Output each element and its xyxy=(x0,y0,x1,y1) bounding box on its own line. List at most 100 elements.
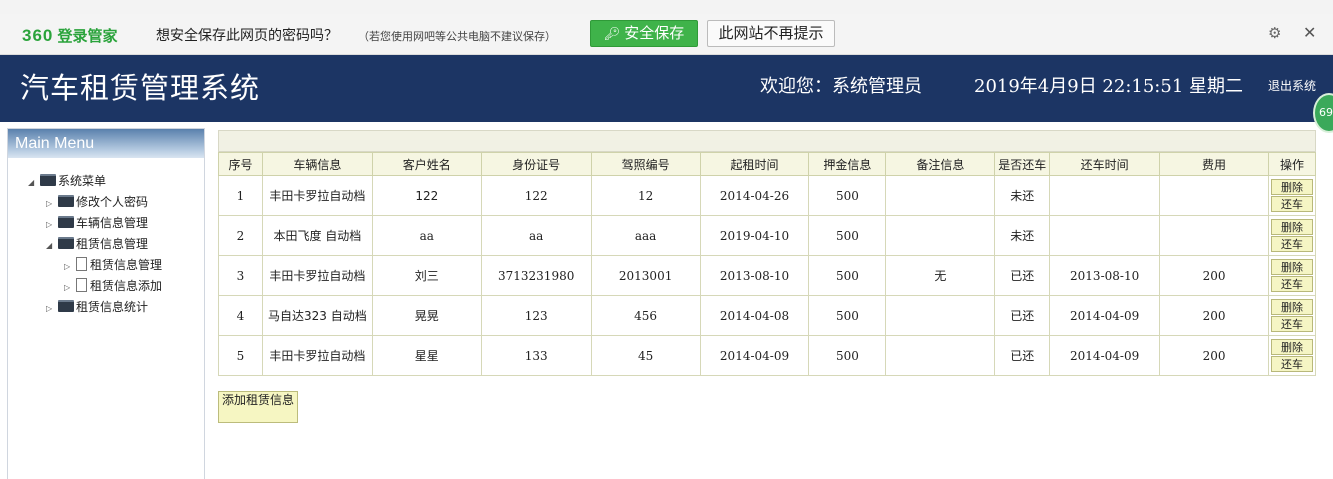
cell-remark xyxy=(885,175,996,216)
return-car-button[interactable]: 还车 xyxy=(1270,276,1313,292)
collapsed-triangle-icon: ▷ xyxy=(64,283,71,292)
sidebar-item-vehicle-management[interactable]: ▷ 车辆信息管理 xyxy=(46,214,148,232)
cell-deposit: 500 xyxy=(808,215,887,256)
cell-seq: 4 xyxy=(218,295,263,336)
cell-return-date: 2013-08-10 xyxy=(1049,255,1161,296)
floating-badge[interactable]: 69 xyxy=(1313,93,1333,133)
cell-license: 12 xyxy=(590,175,701,216)
secure-save-button[interactable]: 🔑︎ 安全保存 xyxy=(590,20,698,47)
cell-start-date: 2019-04-10 xyxy=(699,215,810,256)
cell-id-number: 133 xyxy=(480,335,592,376)
never-prompt-button[interactable]: 此网站不再提示 xyxy=(707,20,835,47)
save-password-question: 想安全保存此网页的密码吗？ xyxy=(156,28,338,44)
sidebar: Main Menu ◢ 系统菜单 ▷ 修改个人密码 ▷ 车辆信息管理 ◢ 租赁信息管理 … xyxy=(7,128,205,479)
cell-seq: 5 xyxy=(218,335,263,376)
folder-icon xyxy=(58,237,74,249)
cell-vehicle: 丰田卡罗拉自动档 xyxy=(261,255,373,296)
add-rental-button[interactable]: 添加租赁信息 xyxy=(218,391,298,423)
cell-return-date xyxy=(1049,175,1161,216)
sidebar-item-rental-statistics[interactable]: ▷ 租赁信息统计 xyxy=(46,298,148,316)
document-icon xyxy=(76,257,87,271)
cell-customer: 星星 xyxy=(371,335,482,376)
cell-fee: 200 xyxy=(1159,255,1269,296)
cell-start-date: 2014-04-09 xyxy=(699,335,810,376)
column-header: 还车时间 xyxy=(1049,152,1161,176)
cell-returned: 已还 xyxy=(994,255,1051,296)
cell-returned: 未还 xyxy=(994,215,1051,256)
column-header: 车辆信息 xyxy=(261,152,373,176)
return-car-button[interactable]: 还车 xyxy=(1270,356,1313,372)
table-row: 2 本田飞度 自动档 aa aa aaa 2019-04-10 500 未还 删… xyxy=(218,215,1317,256)
folder-icon xyxy=(58,300,74,312)
column-header: 费用 xyxy=(1159,152,1269,176)
welcome-text: 欢迎您：系统管理员 xyxy=(760,76,922,97)
column-header: 驾照编号 xyxy=(590,152,701,176)
cell-start-date: 2014-04-08 xyxy=(699,295,810,336)
cell-deposit: 500 xyxy=(808,175,887,216)
column-header: 押金信息 xyxy=(808,152,887,176)
column-header: 是否还车 xyxy=(994,152,1051,176)
cell-returned: 已还 xyxy=(994,295,1051,336)
return-car-button[interactable]: 还车 xyxy=(1270,316,1313,332)
cell-remark xyxy=(885,215,996,256)
cell-vehicle: 马自达323 自动档 xyxy=(261,295,373,336)
cell-customer: aa xyxy=(371,215,482,256)
key-icon: 🔑︎ xyxy=(603,27,621,42)
rental-table: 序号 车辆信息 客户姓名 身份证号 驾照编号 起租时间 押金信息 备注信息 是否… xyxy=(218,152,1317,376)
column-header: 备注信息 xyxy=(885,152,996,176)
gear-icon[interactable]: ⚙ xyxy=(1268,24,1281,42)
column-header: 起租时间 xyxy=(699,152,810,176)
folder-icon xyxy=(40,174,56,186)
current-datetime: 2019年4月9日 22:15:51 星期二 xyxy=(974,76,1243,97)
tree-root[interactable]: ◢ 系统菜单 xyxy=(28,172,106,190)
content-title-bar xyxy=(218,130,1316,152)
logout-link[interactable]: 退出系统 xyxy=(1268,77,1316,94)
cell-returned: 已还 xyxy=(994,335,1051,376)
cell-license: 456 xyxy=(590,295,701,336)
collapsed-triangle-icon: ▷ xyxy=(46,304,53,313)
cell-fee xyxy=(1159,215,1269,256)
collapsed-triangle-icon: ▷ xyxy=(46,199,53,208)
cell-return-date: 2014-04-09 xyxy=(1049,335,1161,376)
close-icon[interactable]: ✕ xyxy=(1303,23,1316,42)
collapsed-triangle-icon: ▷ xyxy=(64,262,71,271)
app-header: 汽车租赁管理系统 欢迎您：系统管理员 2019年4月9日 22:15:51 星期… xyxy=(0,55,1333,122)
delete-button[interactable]: 删除 xyxy=(1270,219,1313,235)
table-row: 1 丰田卡罗拉自动档 122 122 12 2014-04-26 500 未还 … xyxy=(218,175,1317,216)
table-header-row: 序号 车辆信息 客户姓名 身份证号 驾照编号 起租时间 押金信息 备注信息 是否… xyxy=(218,152,1317,176)
cell-actions: 删除 还车 xyxy=(1267,215,1317,256)
main-menu-heading: Main Menu xyxy=(8,129,204,158)
cell-license: 2013001 xyxy=(590,255,701,296)
cell-customer: 晃晃 xyxy=(371,295,482,336)
sidebar-item-rental-management[interactable]: ◢ 租赁信息管理 xyxy=(46,235,148,253)
cell-return-date xyxy=(1049,215,1161,256)
delete-button[interactable]: 删除 xyxy=(1270,259,1313,275)
cell-actions: 删除 还车 xyxy=(1267,335,1317,376)
table-row: 5 丰田卡罗拉自动档 星星 133 45 2014-04-09 500 已还 2… xyxy=(218,335,1317,376)
return-car-button[interactable]: 还车 xyxy=(1270,236,1313,252)
document-icon xyxy=(76,278,87,292)
cell-seq: 1 xyxy=(218,175,263,216)
sidebar-item-change-password[interactable]: ▷ 修改个人密码 xyxy=(46,193,148,211)
delete-button[interactable]: 删除 xyxy=(1270,179,1313,195)
cell-seq: 3 xyxy=(218,255,263,296)
column-header: 操作 xyxy=(1267,152,1317,176)
column-header: 客户姓名 xyxy=(371,152,482,176)
delete-button[interactable]: 删除 xyxy=(1270,299,1313,315)
cell-return-date: 2014-04-09 xyxy=(1049,295,1161,336)
cell-fee: 200 xyxy=(1159,335,1269,376)
cell-vehicle: 本田飞度 自动档 xyxy=(261,215,373,256)
cell-id-number: 122 xyxy=(480,175,592,216)
return-car-button[interactable]: 还车 xyxy=(1270,196,1313,212)
sidebar-item-rental-info-add[interactable]: ▷ 租赁信息添加 xyxy=(64,277,162,295)
cell-customer: 刘三 xyxy=(371,255,482,296)
sidebar-item-rental-info-management[interactable]: ▷ 租赁信息管理 xyxy=(64,256,162,274)
cell-remark: 无 xyxy=(885,255,996,296)
system-title: 汽车租赁管理系统 xyxy=(20,71,261,105)
cell-deposit: 500 xyxy=(808,255,887,296)
cell-fee xyxy=(1159,175,1269,216)
cell-actions: 删除 还车 xyxy=(1267,255,1317,296)
table-row: 3 丰田卡罗拉自动档 刘三 3713231980 2013001 2013-08… xyxy=(218,255,1317,296)
delete-button[interactable]: 删除 xyxy=(1270,339,1313,355)
browser-toolbar-remnant xyxy=(0,0,1333,14)
